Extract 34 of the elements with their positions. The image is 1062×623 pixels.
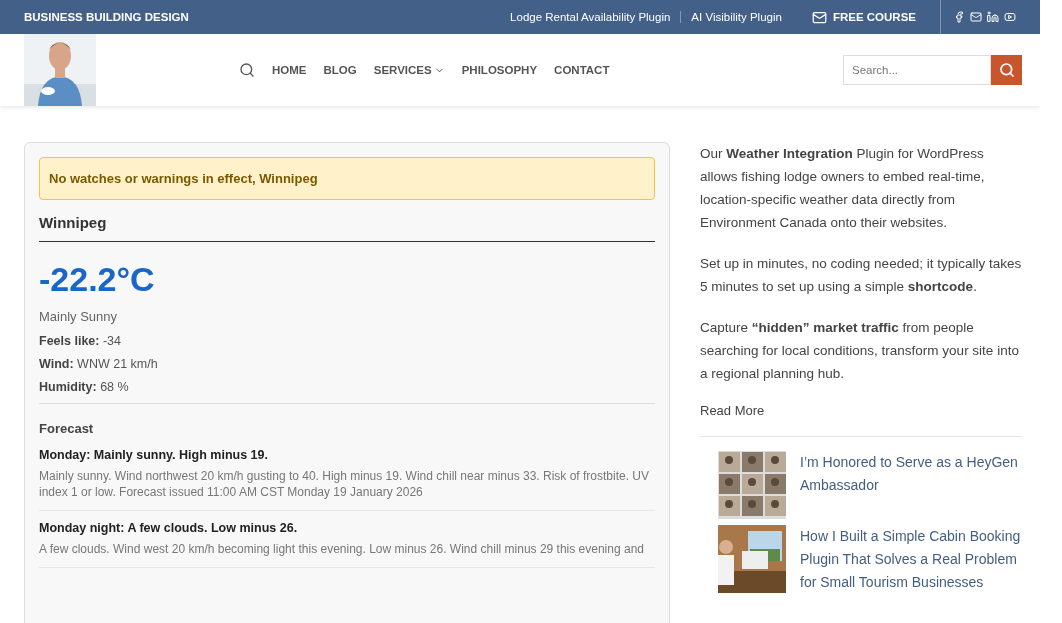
- city-heading: Winnipeg: [39, 200, 655, 242]
- nav-link[interactable]: BLOG: [323, 64, 357, 76]
- weather-detail: Feels like: -34: [39, 334, 122, 348]
- forecast-title: Monday: Mainly sunny. High minus 19.: [39, 448, 269, 462]
- nav-link[interactable]: HOME: [272, 64, 307, 76]
- nav-link[interactable]: CONTACT: [554, 64, 610, 76]
- sidebar-paragraph: Capture “hidden” market traffic from people searching for local conditions, transform your site into a regional planning hub.: [700, 319, 1020, 383]
- read-more-link[interactable]: Read More: [700, 403, 1022, 418]
- nav-link[interactable]: PHILOSOPHY: [461, 64, 538, 76]
- forecast-heading: Forecast: [39, 421, 95, 436]
- forecast-text: Mainly sunny. Wind northwest 20 km/h gusting to 40. High minus 19. Wind chill near minus 33. Risk of frostbite. UV index 1 or low. Forecast issued 11:00 AM CST Monday 19 January 2026: [39, 468, 655, 511]
- weather-condition: Mainly Sunny: [39, 309, 119, 324]
- email-icon[interactable]: [970, 11, 982, 23]
- post-link[interactable]: I’m Honored to Serve as a HeyGen Ambassador: [800, 451, 1022, 519]
- search-icon[interactable]: [239, 62, 255, 78]
- post-link[interactable]: How I Built a Simple Cabin Booking Plugin That Solves a Real Problem for Small Tourism Businesses: [800, 525, 1022, 594]
- sidebar-paragraph: Set up in minutes, no coding needed; it typically takes 5 minutes to set up using a simple shortcode.: [700, 255, 1022, 296]
- temperature: -22.2°C: [39, 260, 156, 299]
- sidebar-paragraph: Our Weather Integration Plugin for WordPress allows fishing lodge owners to embed real-time, location-specific weather data directly from Environment Canada onto their websites.: [700, 145, 986, 232]
- top-link[interactable]: AI Visibility Plugin: [680, 11, 792, 23]
- search-icon: [998, 62, 1015, 78]
- forecast-title: Monday night: A few clouds. Low minus 26.: [39, 521, 299, 535]
- mail-icon: [811, 9, 827, 25]
- weather-detail: Humidity: 68 %: [39, 380, 130, 394]
- forecast-text: A few clouds. Wind west 20 km/h becoming light this evening. Low minus 26. Wind chill minus 29 this evening and: [39, 541, 655, 568]
- weather-alert: No watches or warnings in effect, Winnipeg: [39, 157, 655, 200]
- site-brand[interactable]: BUSINESS BUILDING DESIGN: [24, 11, 501, 23]
- youtube-icon[interactable]: [1004, 11, 1016, 23]
- free-course-link[interactable]: FREE COURSE: [811, 0, 941, 34]
- search-field[interactable]: Search...: [843, 55, 991, 85]
- search-button[interactable]: [991, 55, 1022, 85]
- nav-link[interactable]: SERVICES: [373, 64, 445, 76]
- weather-detail: Wind: WNW 21 km/h: [39, 357, 159, 371]
- top-link[interactable]: Lodge Rental Availability Plugin: [500, 11, 681, 23]
